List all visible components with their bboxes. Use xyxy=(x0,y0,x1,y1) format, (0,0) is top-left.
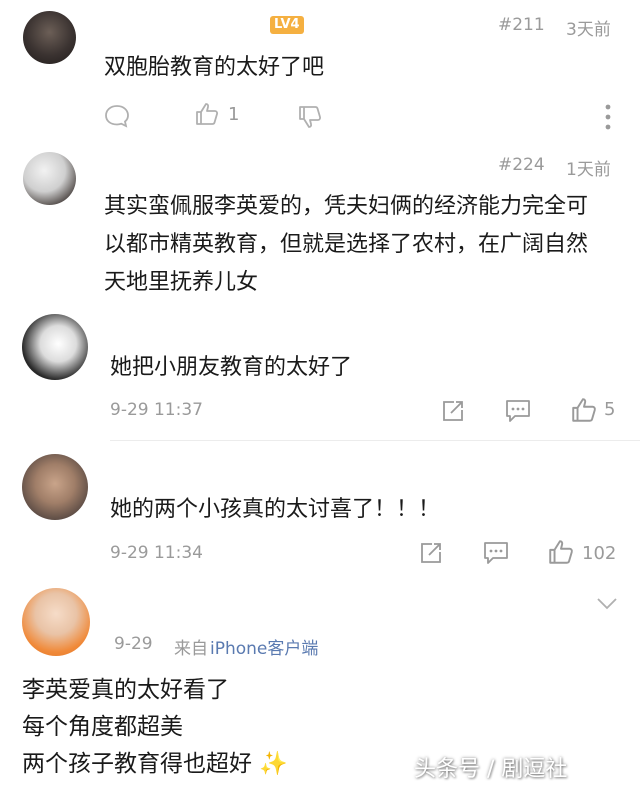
avatar[interactable] xyxy=(22,454,88,520)
comment-2: #224 1天前 其实蛮佩服李英爱的，凭夫妇俩的经济能力完全可 以都市精英教育，… xyxy=(0,142,640,310)
comment-time: 3天前 xyxy=(566,20,611,40)
share-icon[interactable] xyxy=(419,541,443,569)
comment-time: 9-29 11:34 xyxy=(110,543,203,563)
comment-text: 她的两个小孩真的太讨喜了！！！ xyxy=(110,497,441,522)
comment-text: 她把小朋友教育的太好了 xyxy=(110,355,353,380)
comment-line: 天地里抚养儿女 xyxy=(104,270,259,295)
like-count: 102 xyxy=(582,543,617,564)
comment-line-text: 两个孩子教育得也超好 xyxy=(22,751,252,777)
floor-number: #211 xyxy=(498,15,545,35)
reply-icon[interactable] xyxy=(104,103,130,133)
thumb-up-icon[interactable] xyxy=(570,396,598,428)
avatar[interactable] xyxy=(22,588,90,656)
like-count: 1 xyxy=(228,104,240,125)
comment-time: 9-29 11:37 xyxy=(110,400,203,420)
thumb-up-icon[interactable] xyxy=(547,538,575,570)
more-icon[interactable] xyxy=(603,103,613,135)
share-icon[interactable] xyxy=(441,399,465,427)
like-count: 5 xyxy=(604,399,616,420)
thumb-up-icon[interactable] xyxy=(194,101,220,131)
chevron-down-icon[interactable] xyxy=(596,596,618,615)
comment-line: 以都市精英教育，但就是选择了农村，在广阔自然 xyxy=(104,232,589,257)
comment-icon[interactable] xyxy=(483,541,509,569)
thumb-down-icon[interactable] xyxy=(297,104,323,134)
comment-5: 9-29 来自 iPhone客户端 李英爱真的太好看了 每个角度都超美 两个孩子… xyxy=(0,580,640,792)
source-device-link[interactable]: iPhone客户端 xyxy=(210,634,318,659)
comment-text: 其实蛮佩服李英爱的，凭夫妇俩的经济能力完全可 以都市精英教育，但就是选择了农村，… xyxy=(104,188,588,302)
comment-text: 李英爱真的太好看了 每个角度都超美 两个孩子教育得也超好 ✨ xyxy=(22,672,288,783)
avatar[interactable] xyxy=(23,152,76,205)
comment-4: 她的两个小孩真的太讨喜了！！！ 9-29 11:34 102 xyxy=(0,442,640,580)
avatar[interactable] xyxy=(22,314,88,380)
source-label: 来自 xyxy=(174,639,208,659)
comment-line: 李英爱真的太好看了 xyxy=(22,677,229,703)
comment-icon[interactable] xyxy=(505,399,531,427)
divider xyxy=(110,440,640,441)
comment-time: 9-29 xyxy=(114,634,153,654)
floor-number: #224 xyxy=(498,155,545,175)
avatar[interactable] xyxy=(23,11,76,64)
comment-line: 其实蛮佩服李英爱的，凭夫妇俩的经济能力完全可 xyxy=(104,194,589,219)
comment-text: 双胞胎教育的太好了吧 xyxy=(104,55,325,80)
comment-line: 每个角度都超美 xyxy=(22,714,183,740)
sparkle-emoji-icon: ✨ xyxy=(259,751,288,777)
comment-3: 她把小朋友教育的太好了 9-29 11:37 5 xyxy=(0,310,640,442)
comment-time: 1天前 xyxy=(566,160,611,180)
watermark: 头条号 / 剧逗社 xyxy=(414,757,568,782)
level-badge: LV4 xyxy=(270,16,304,34)
comment-line: 两个孩子教育得也超好 ✨ xyxy=(22,746,288,783)
comment-1: LV4 #211 3天前 双胞胎教育的太好了吧 1 xyxy=(0,0,640,142)
